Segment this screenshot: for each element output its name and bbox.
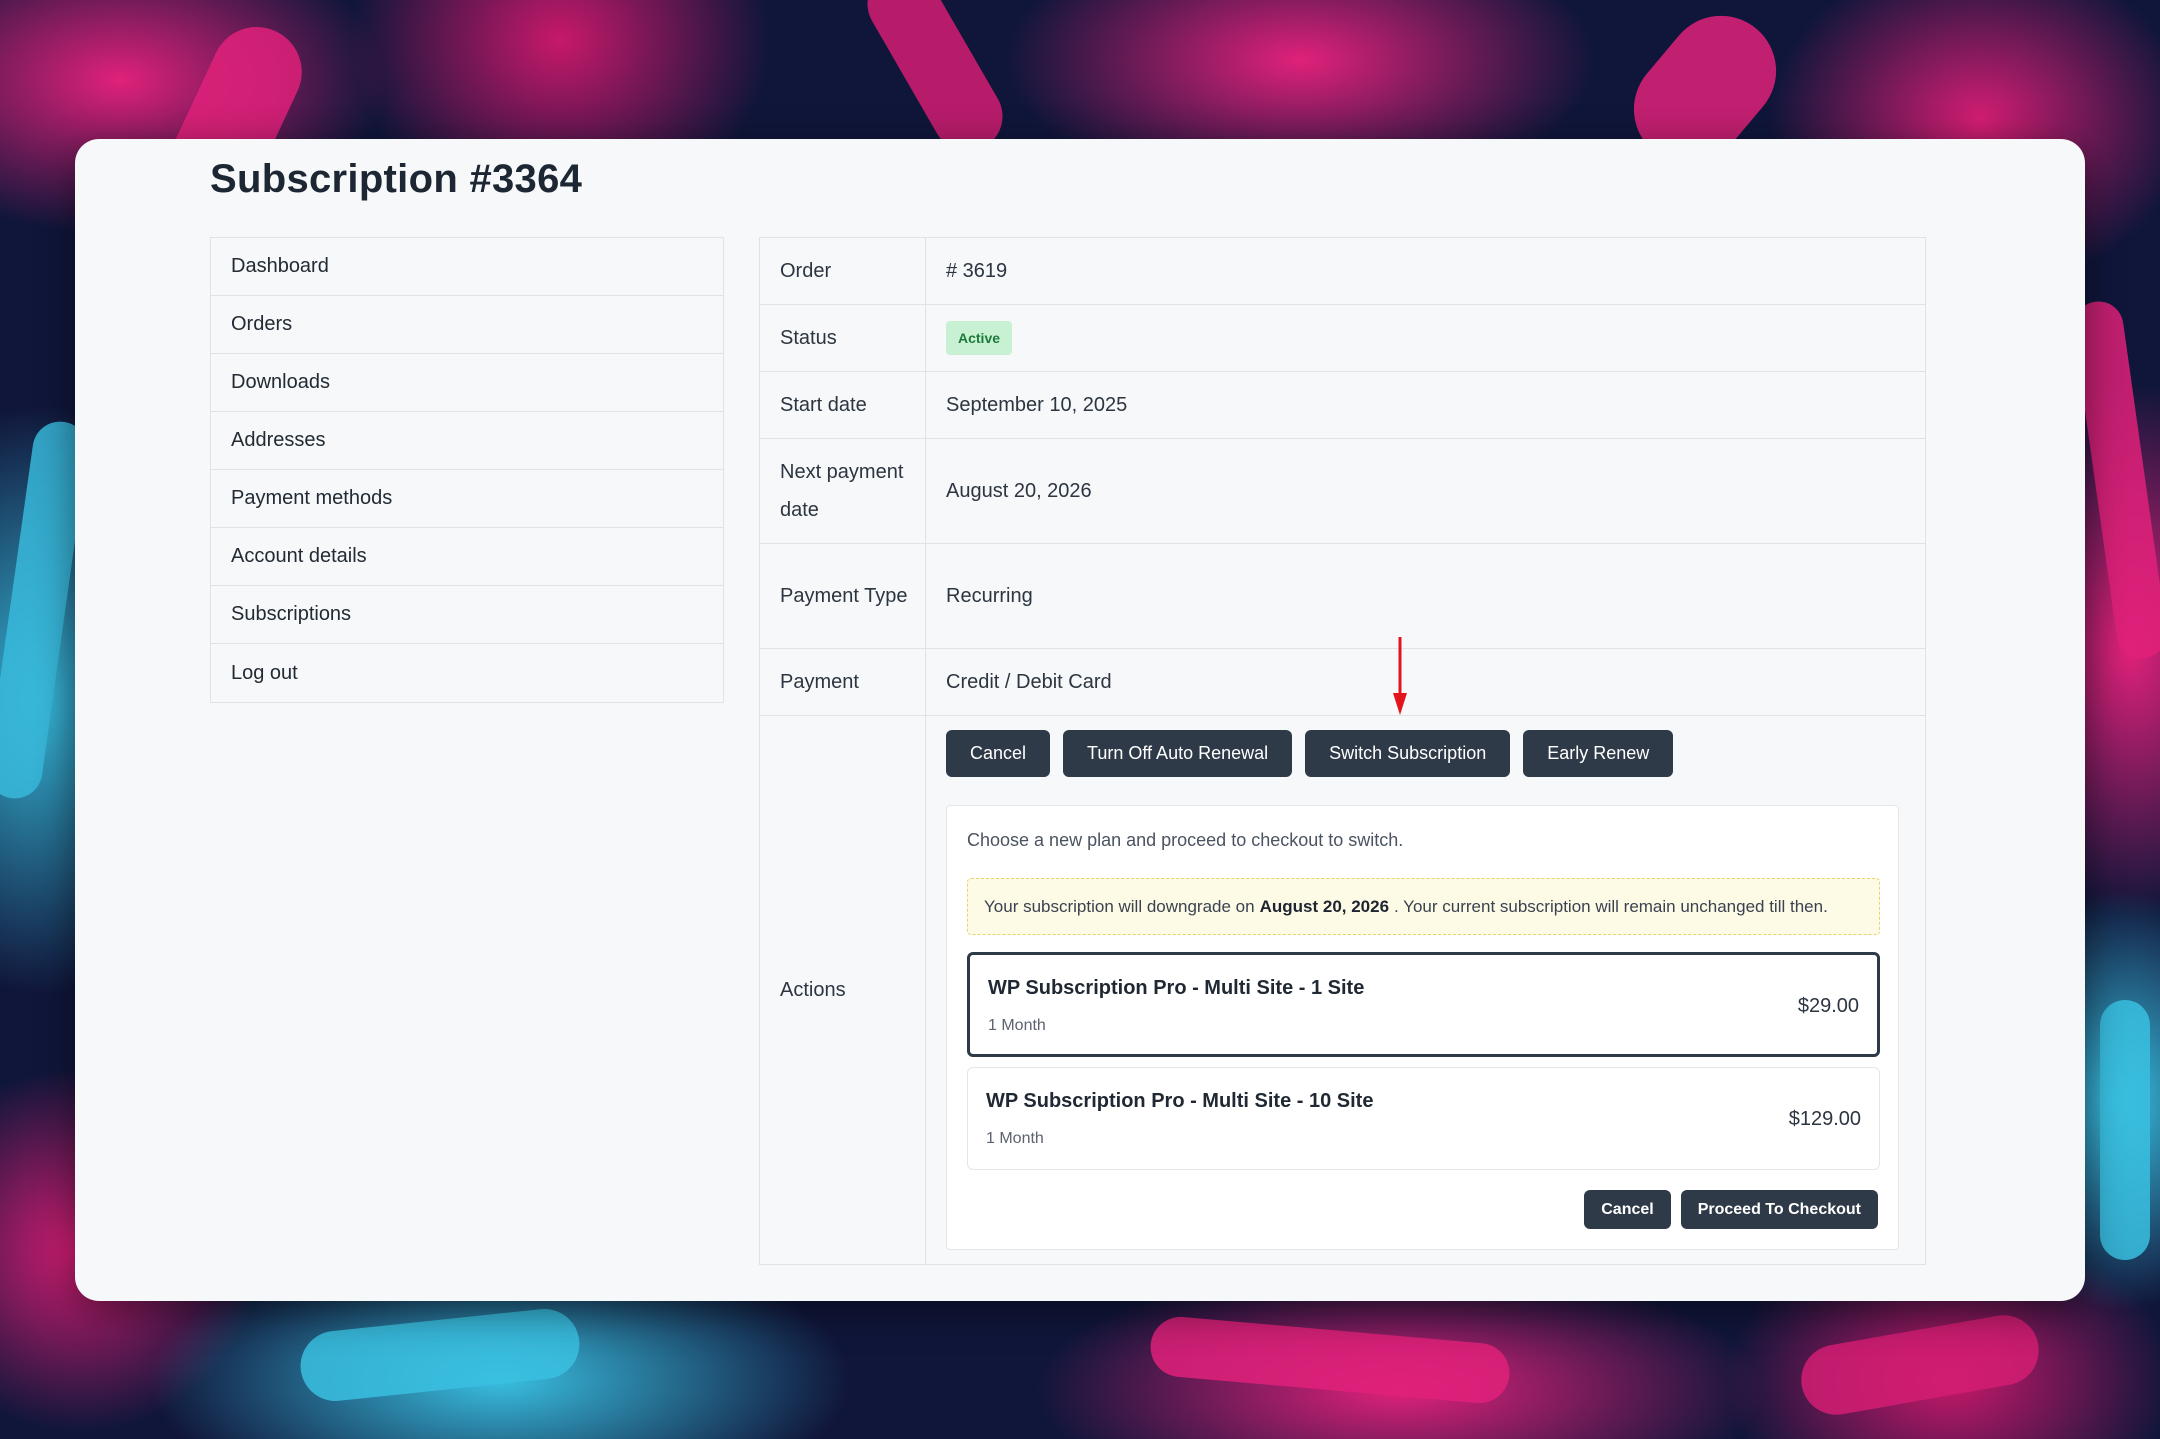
- action-button-group: Cancel Turn Off Auto Renewal Switch Subs…: [946, 730, 1674, 777]
- start-date-row: Start date September 10, 2025: [760, 372, 1925, 439]
- sidebar-item-payment-methods[interactable]: Payment methods: [211, 470, 723, 528]
- proceed-to-checkout-button[interactable]: Proceed To Checkout: [1680, 1190, 1878, 1229]
- payment-label: Payment: [760, 649, 926, 715]
- plan-period: 1 Month: [988, 1017, 1046, 1034]
- cancel-switch-button[interactable]: Cancel: [1584, 1190, 1671, 1229]
- sidebar-item-subscriptions[interactable]: Subscriptions: [211, 586, 723, 644]
- payment-row: Payment Credit / Debit Card: [760, 649, 1925, 716]
- turn-off-auto-renewal-button[interactable]: Turn Off Auto Renewal: [1063, 730, 1293, 777]
- start-date-label: Start date: [760, 372, 926, 438]
- subscription-details-table: Order # 3619 Status Active Start date Se…: [759, 237, 1926, 1265]
- payment-type-label: Payment Type: [760, 544, 926, 648]
- actions-label: Actions: [760, 716, 926, 1264]
- status-badge: Active: [946, 321, 1013, 355]
- payment-type-row: Payment Type Recurring: [760, 544, 1925, 649]
- next-payment-label: Next payment date: [760, 439, 926, 543]
- switch-subscription-button[interactable]: Switch Subscription: [1305, 730, 1511, 777]
- order-row: Order # 3619: [760, 238, 1925, 305]
- account-navigation: Dashboard Orders Downloads Addresses Pay…: [210, 237, 724, 703]
- notice-date: August 20, 2026: [1259, 896, 1390, 916]
- plan-price: $129.00: [1788, 1108, 1861, 1130]
- sidebar-item-log-out[interactable]: Log out: [211, 644, 723, 702]
- subscription-card: Subscription #3364 Dashboard Orders Down…: [75, 139, 2085, 1301]
- plan-option-1-site[interactable]: WP Subscription Pro - Multi Site - 1 Sit…: [967, 952, 1880, 1057]
- order-number-link[interactable]: # 3619: [926, 238, 1925, 304]
- start-date-value: September 10, 2025: [946, 393, 1128, 416]
- page-title: Subscription #3364: [210, 157, 583, 201]
- sidebar-item-orders[interactable]: Orders: [211, 296, 723, 354]
- payment-value: Credit / Debit Card: [946, 670, 1112, 693]
- plan-option-10-site[interactable]: WP Subscription Pro - Multi Site - 10 Si…: [967, 1067, 1880, 1170]
- status-row: Status Active: [760, 305, 1925, 372]
- cancel-subscription-button[interactable]: Cancel: [946, 730, 1051, 777]
- payment-type-value: Recurring: [946, 584, 1033, 607]
- red-down-arrow-icon: [1393, 637, 1407, 715]
- plan-name: WP Subscription Pro - Multi Site - 1 Sit…: [988, 977, 1365, 999]
- plan-period: 1 Month: [986, 1130, 1044, 1147]
- order-label: Order: [760, 238, 926, 304]
- notice-suffix: . Your current subscription will remain …: [1394, 896, 1828, 916]
- early-renew-button[interactable]: Early Renew: [1523, 730, 1674, 777]
- actions-row: Actions Cancel Turn Off Auto Renewal Swi…: [760, 716, 1925, 1264]
- plan-name: WP Subscription Pro - Multi Site - 10 Si…: [986, 1090, 1374, 1112]
- notice-prefix: Your subscription will downgrade on: [984, 896, 1255, 916]
- sidebar-item-account-details[interactable]: Account details: [211, 528, 723, 586]
- next-payment-row: Next payment date August 20, 2026: [760, 439, 1925, 544]
- switch-plan-panel: Choose a new plan and proceed to checkou…: [946, 805, 1899, 1250]
- sidebar-item-addresses[interactable]: Addresses: [211, 412, 723, 470]
- switch-panel-buttons: Cancel Proceed To Checkout: [1584, 1190, 1878, 1229]
- sidebar-item-downloads[interactable]: Downloads: [211, 354, 723, 412]
- next-payment-value: August 20, 2026: [946, 479, 1092, 502]
- plan-price: $29.00: [1797, 995, 1859, 1017]
- sidebar-item-dashboard[interactable]: Dashboard: [211, 238, 723, 296]
- switch-intro-text: Choose a new plan and proceed to checkou…: [967, 830, 1404, 850]
- status-label: Status: [760, 305, 926, 371]
- downgrade-notice: Your subscription will downgrade on Augu…: [967, 878, 1880, 935]
